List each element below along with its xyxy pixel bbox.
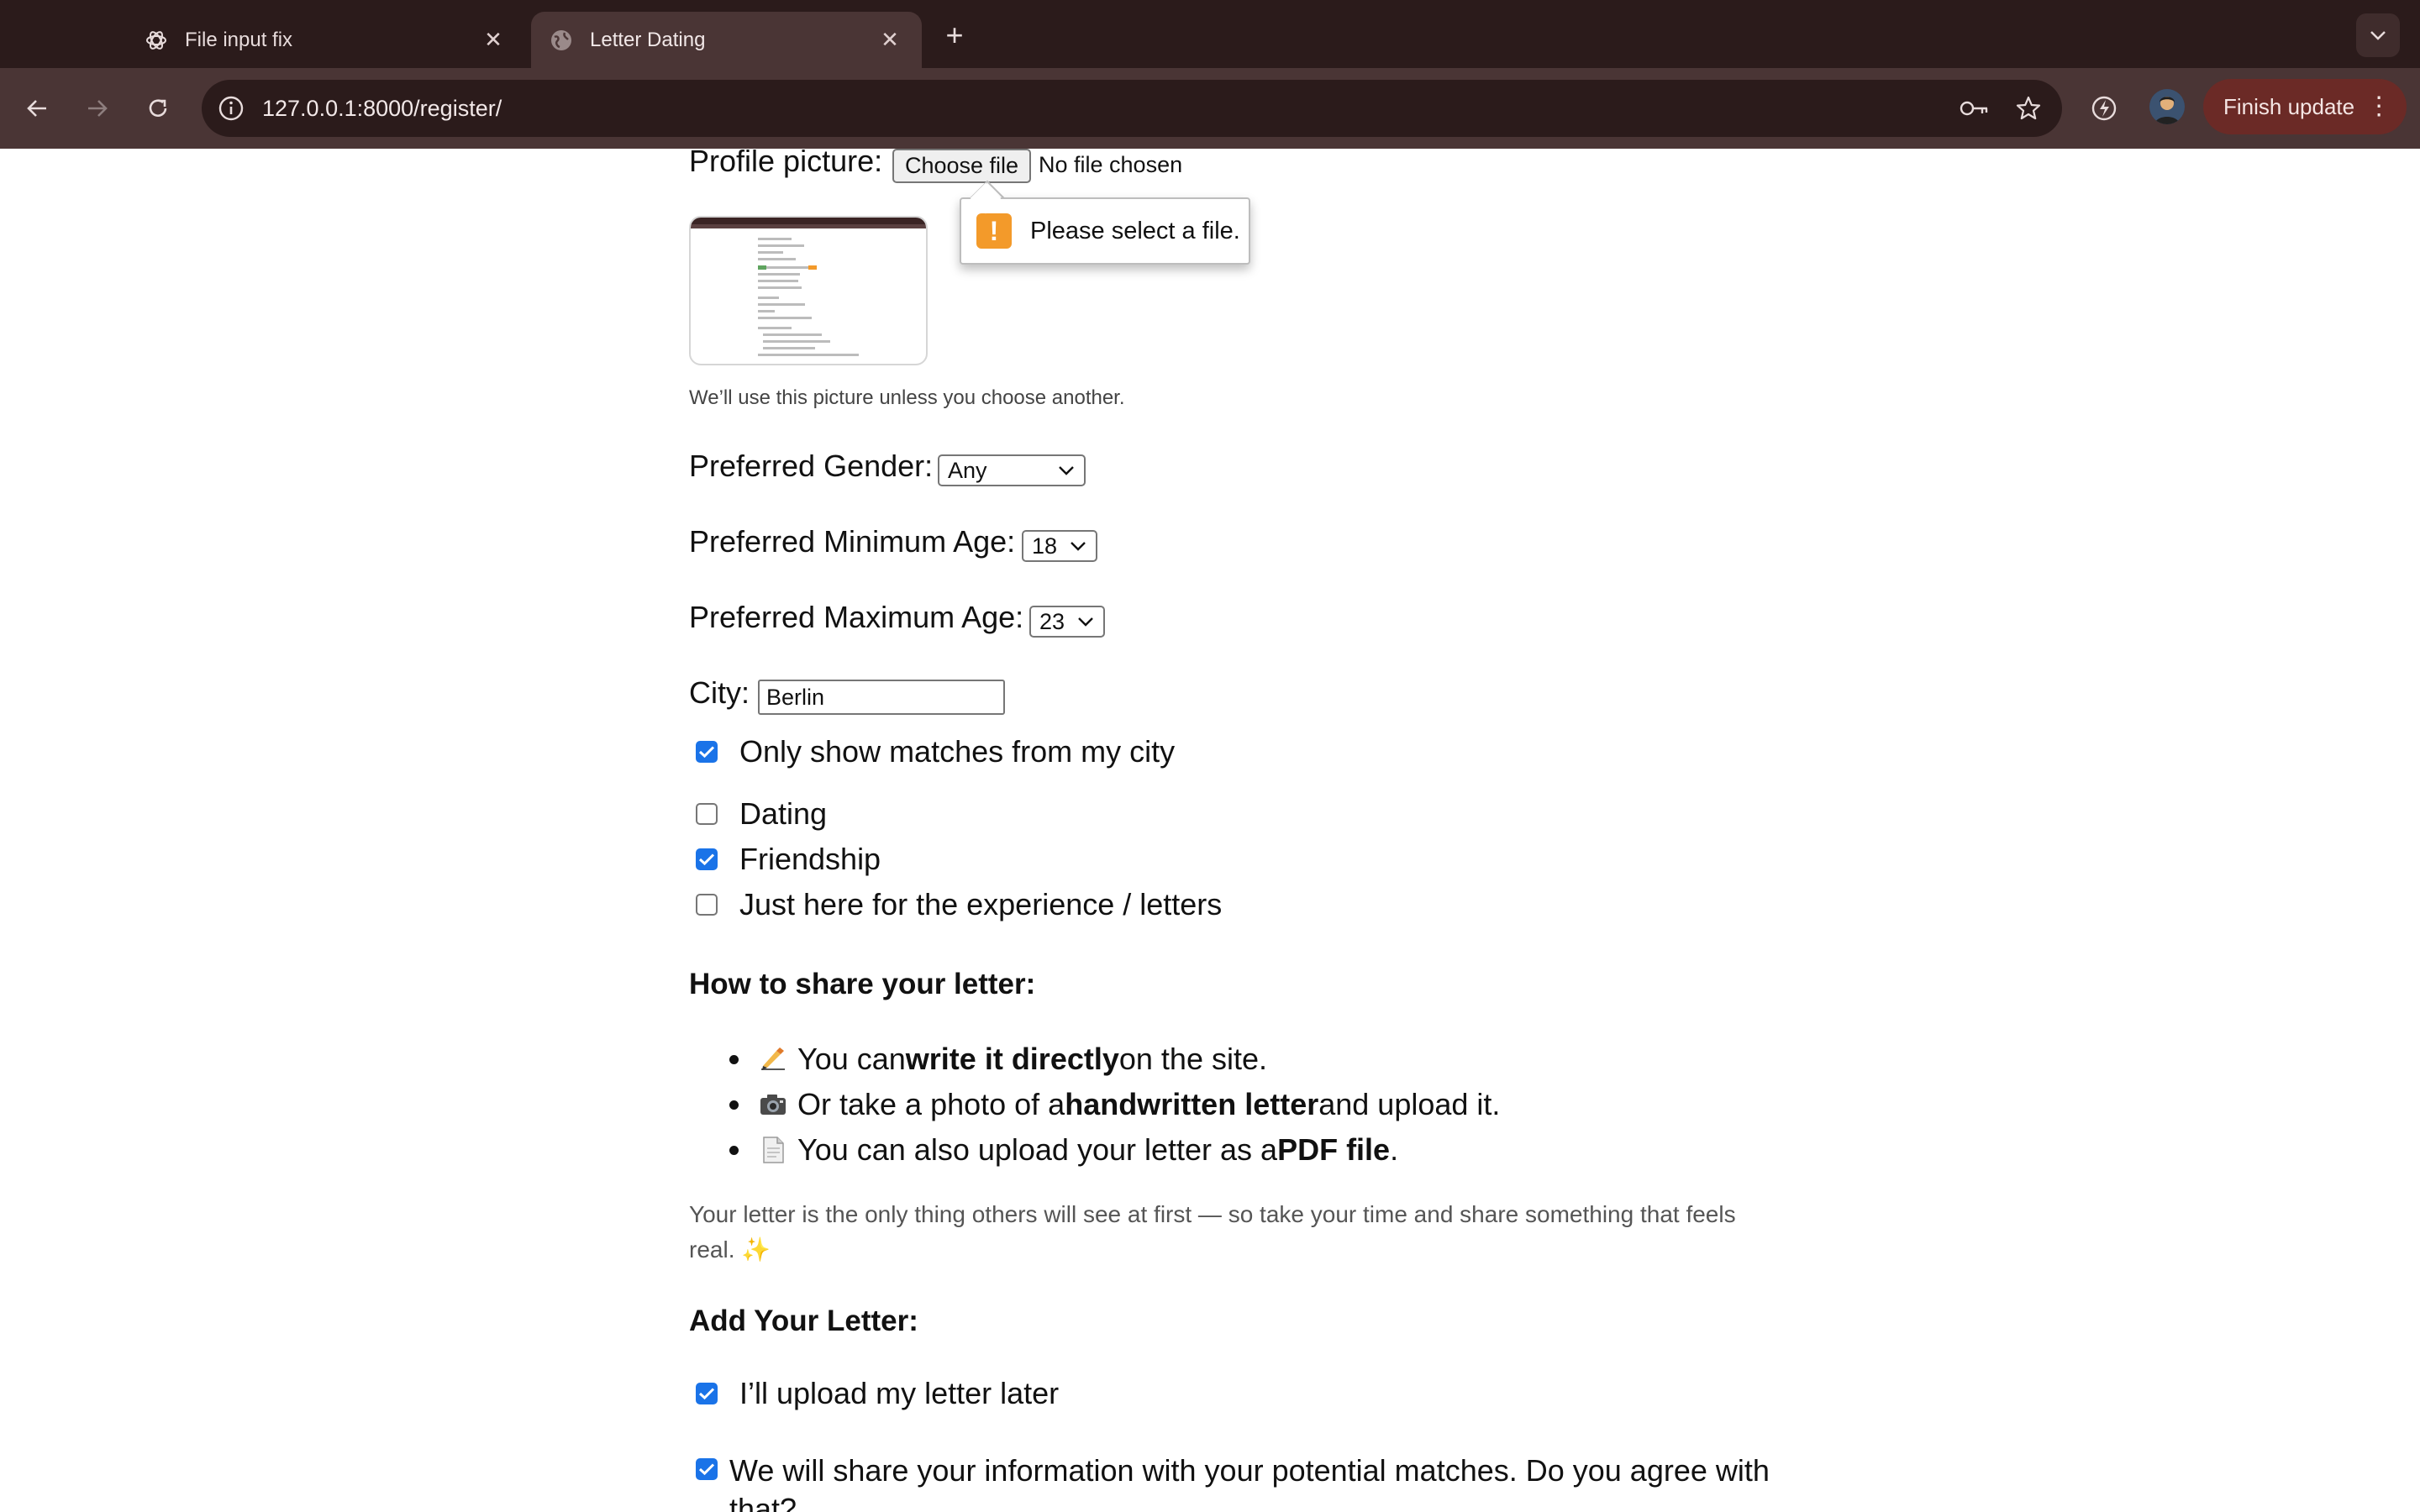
upload-later-checkbox[interactable] (696, 1383, 718, 1404)
password-key-icon[interactable] (1954, 88, 1995, 129)
chevron-down-icon (1071, 542, 1086, 551)
close-icon[interactable]: ✕ (873, 24, 907, 57)
friendship-label: Friendship (739, 842, 881, 876)
finish-update-button[interactable]: Finish update ⋮ (2203, 79, 2407, 134)
profile-picture-preview (689, 216, 928, 365)
share-item-after: on the site. (1118, 1042, 1267, 1076)
friendship-checkbox[interactable] (696, 848, 718, 870)
share-item-before: You can also upload your letter as a (797, 1132, 1278, 1167)
share-item-before: Or take a photo of a (797, 1087, 1065, 1121)
chevron-down-icon (1078, 617, 1093, 627)
browser-toolbar: 127.0.0.1:8000/register/ (0, 68, 2420, 149)
preferred-max-age-select[interactable]: 23 (1029, 606, 1105, 638)
consent-checkbox[interactable] (696, 1458, 718, 1480)
experience-label: Just here for the experience / letters (739, 887, 1223, 921)
dating-checkbox[interactable] (696, 803, 718, 825)
upload-later-row[interactable]: I’ll upload my letter later (696, 1376, 1059, 1411)
share-item-bold: handwritten letter (1065, 1087, 1319, 1121)
reload-icon[interactable] (138, 88, 178, 129)
chevron-down-icon (1059, 466, 1074, 475)
bookmark-star-icon[interactable] (2008, 88, 2049, 129)
tab-letter-dating[interactable]: Letter Dating ✕ (531, 12, 922, 68)
preferred-gender-label: Preferred Gender: (689, 449, 934, 483)
warning-icon: ! (976, 213, 1012, 249)
back-arrow-icon[interactable] (17, 88, 57, 129)
tab-title: Letter Dating (590, 28, 706, 51)
city-label: City: (689, 675, 750, 710)
profile-avatar[interactable] (2149, 89, 2185, 124)
preferred-min-age-label: Preferred Minimum Age: (689, 524, 1016, 559)
share-item-bold: PDF file (1277, 1132, 1391, 1167)
more-vert-icon[interactable]: ⋮ (2366, 94, 2391, 119)
only-city-row[interactable]: Only show matches from my city (696, 734, 1175, 769)
finish-update-label: Finish update (2223, 93, 2355, 119)
city-input[interactable]: Berlin (758, 680, 1005, 715)
consent-label: We will share your information with your… (729, 1453, 1770, 1512)
profile-picture-hint: We’ll use this picture unless you choose… (689, 386, 1125, 409)
bullet (729, 1100, 739, 1110)
new-tab-plus-icon[interactable]: + (936, 17, 973, 54)
register-page: Profile picture: Choose file No file cho… (0, 149, 2420, 1512)
preferred-min-age-select[interactable]: 18 (1022, 530, 1097, 562)
choose-file-button[interactable]: Choose file (892, 149, 1031, 183)
consent-row[interactable]: We will share your information with your… (696, 1452, 1788, 1512)
tab-file-input-fix[interactable]: File input fix ✕ (126, 12, 525, 68)
only-city-label: Only show matches from my city (739, 734, 1176, 769)
writing-hand-icon (757, 1043, 789, 1075)
validation-tooltip: ! Please select a file. (960, 197, 1250, 265)
intention-experience-row[interactable]: Just here for the experience / letters (696, 887, 1222, 922)
share-item-after: . (1390, 1132, 1399, 1167)
preferred-gender-select[interactable]: Any (938, 454, 1086, 486)
only-city-checkbox[interactable] (696, 741, 718, 763)
camera-icon (757, 1089, 789, 1121)
tab-title: File input fix (185, 28, 293, 51)
share-heading: How to share your letter: (689, 968, 1036, 1000)
forward-arrow-icon[interactable] (77, 88, 118, 129)
url-text: 127.0.0.1:8000/register/ (262, 95, 502, 121)
preferred-max-age-label: Preferred Maximum Age: (689, 600, 1024, 634)
sparkles-icon: ✨ (741, 1236, 771, 1263)
extension-icon[interactable] (2084, 88, 2124, 129)
profile-picture-label: Profile picture: (689, 149, 883, 178)
intention-friendship-row[interactable]: Friendship (696, 842, 881, 877)
share-item-pdf: You can also upload your letter as a PDF… (729, 1132, 1398, 1168)
bullet (729, 1054, 739, 1064)
browser-tab-strip: File input fix ✕ Letter Dating ✕ + (0, 0, 2420, 68)
select-value: 23 (1039, 608, 1065, 634)
address-bar[interactable]: 127.0.0.1:8000/register/ (202, 80, 2062, 137)
globe-icon (550, 29, 573, 52)
share-item-after: and upload it. (1318, 1087, 1501, 1121)
intention-dating-row[interactable]: Dating (696, 796, 827, 832)
tab-search-chevron-icon[interactable] (2356, 13, 2400, 57)
select-value: Any (948, 457, 987, 483)
close-icon[interactable]: ✕ (476, 24, 510, 57)
share-item-before: You can (797, 1042, 906, 1076)
dating-label: Dating (739, 796, 828, 831)
upload-later-label: I’ll upload my letter later (739, 1376, 1060, 1410)
experience-checkbox[interactable] (696, 894, 718, 916)
share-item-photo: Or take a photo of a handwritten letter … (729, 1087, 1500, 1122)
share-note: Your letter is the only thing others wil… (689, 1197, 1748, 1268)
bullet (729, 1145, 739, 1155)
share-note-text: Your letter is the only thing others wil… (689, 1201, 1736, 1263)
document-icon (757, 1134, 789, 1166)
validation-message: Please select a file. (1030, 217, 1240, 244)
site-info-icon[interactable] (217, 94, 245, 123)
share-item-write: You can write it directly on the site. (729, 1042, 1267, 1077)
openai-logo-icon (145, 29, 168, 52)
add-letter-heading: Add Your Letter: (689, 1305, 918, 1337)
select-value: 18 (1032, 533, 1058, 559)
file-status-text: No file chosen (1039, 152, 1183, 177)
share-item-bold: write it directly (905, 1042, 1119, 1076)
